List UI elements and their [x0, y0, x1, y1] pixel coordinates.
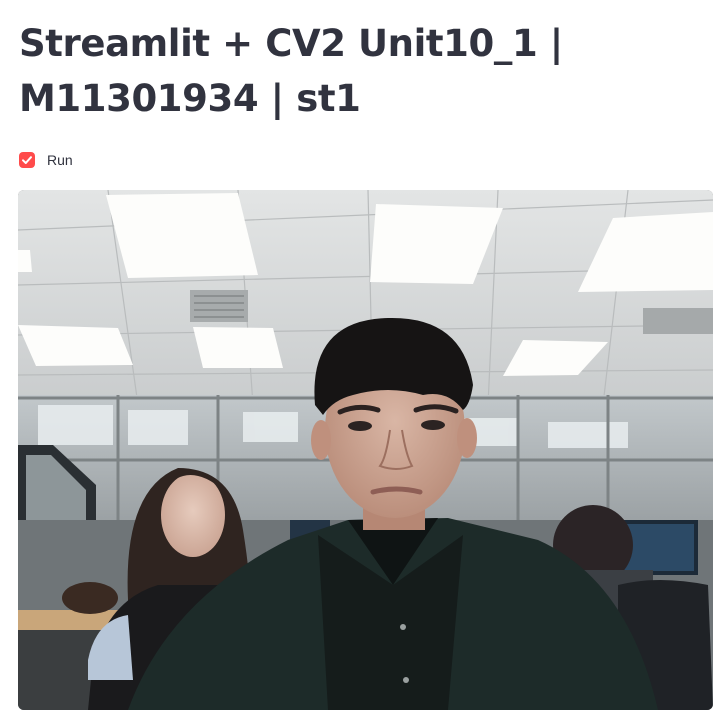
title-line-2: M11301934 | st1	[19, 77, 361, 120]
webcam-video-frame	[18, 190, 713, 710]
checkbox-checked-box[interactable]	[19, 152, 35, 168]
run-checkbox-label: Run	[47, 152, 73, 168]
page-title: Streamlit + CV2 Unit10_1 | M11301934 | s…	[19, 16, 709, 126]
run-checkbox[interactable]: Run	[19, 149, 73, 171]
title-line-1: Streamlit + CV2 Unit10_1 |	[19, 22, 563, 65]
webcam-image	[18, 190, 713, 710]
checkmark-icon	[22, 156, 32, 164]
streamlit-app: Streamlit + CV2 Unit10_1 | M11301934 | s…	[0, 0, 722, 720]
